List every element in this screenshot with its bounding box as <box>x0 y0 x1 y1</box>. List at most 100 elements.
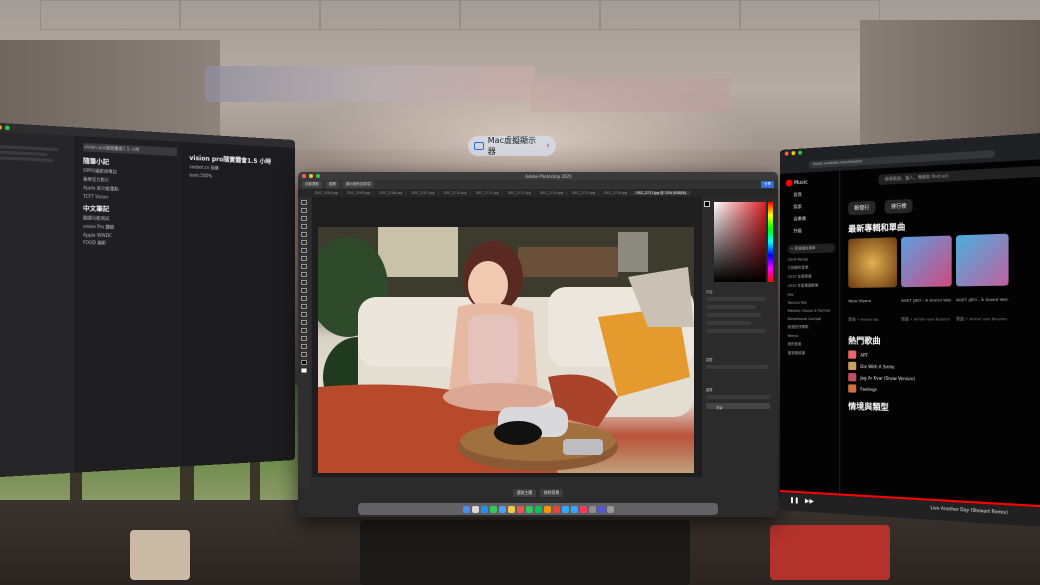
minimize-icon[interactable] <box>309 174 313 178</box>
minimize-icon[interactable] <box>0 124 2 130</box>
photos-icon[interactable] <box>543 505 551 513</box>
hand-tool-icon[interactable] <box>301 344 307 349</box>
playlist-item[interactable]: 我的音樂 <box>788 342 836 347</box>
option-auto-select[interactable]: 自動選取 <box>302 181 322 188</box>
doc-tab[interactable]: DSC_2714.jpg <box>537 191 567 195</box>
list-item[interactable]: 翻譯功能測試 <box>83 215 177 224</box>
playlist-item[interactable]: Mix <box>788 292 836 297</box>
album-card[interactable] <box>955 233 1009 287</box>
nav-upgrade[interactable]: 升級 <box>793 227 835 234</box>
list-item[interactable]: FOOD 攝影 <box>83 240 177 248</box>
album-title[interactable]: AGET (JEO - A Grand Voice of Transit Epi… <box>956 296 1009 302</box>
close-icon[interactable] <box>302 174 306 178</box>
song-row[interactable]: Jag Ar Kvar (Snow Version) <box>848 373 1040 385</box>
mac-virtual-display-button[interactable]: Mac虛擬顯示器 › <box>468 136 556 156</box>
close-icon[interactable] <box>784 151 789 156</box>
search-input[interactable]: 搜尋歌曲、藝人、專輯和 Podcast <box>878 165 1040 186</box>
playlist-item[interactable]: 2024 年度精選 <box>788 274 836 280</box>
facetime-icon[interactable] <box>525 505 533 513</box>
select-subject-button[interactable]: 選取主體 <box>512 489 536 497</box>
settings-icon[interactable] <box>588 505 596 513</box>
note-editor[interactable]: vision pro隨實體會1.5 小時 seebot.cn 接續 tools … <box>183 141 295 467</box>
finder-icon[interactable] <box>462 505 470 513</box>
marquee-tool-icon[interactable] <box>301 208 307 213</box>
photo-canvas[interactable] <box>318 227 694 473</box>
share-button[interactable]: 分享 <box>761 181 774 188</box>
new-releases-chip[interactable]: 新發行 <box>848 200 876 216</box>
notes-window[interactable]: vision pro隨實體會1.5 小時 隨筆小記 OPPO攝影師專訪 蘋果官方… <box>0 121 296 479</box>
color-picker-field[interactable] <box>714 202 766 282</box>
playlist-item[interactable]: Remix <box>788 334 836 338</box>
playlist-item[interactable]: 已按讚的音樂 <box>788 265 836 271</box>
chrome-icon[interactable] <box>552 505 560 513</box>
brush-tool-icon[interactable] <box>301 256 307 261</box>
playlist-item[interactable]: 2024 Recap <box>788 257 836 262</box>
trash-icon[interactable] <box>606 505 614 513</box>
history-brush-tool-icon[interactable] <box>301 272 307 277</box>
notes-icon[interactable] <box>507 505 515 513</box>
playlist-item[interactable]: Deephouse Lounge <box>788 317 836 321</box>
doc-tab[interactable]: DSC_2710.jpg <box>441 191 471 195</box>
type-tool-icon[interactable] <box>301 320 307 325</box>
album-title[interactable]: AGET (JEO - A Grand Voice of Transit Epi… <box>901 297 952 303</box>
list-item[interactable]: vision pro隨實體會1.5 小時 <box>83 142 178 157</box>
doc-tab[interactable]: DSC_2707.jpg <box>408 191 439 195</box>
option-layer[interactable]: 圖層 <box>326 181 339 188</box>
nav-explore[interactable]: 探索 <box>793 203 835 210</box>
playlist-item[interactable]: 搖滾樂精選 <box>788 351 836 356</box>
minimize-icon[interactable] <box>791 151 796 156</box>
color-swatch-icon[interactable] <box>704 201 710 207</box>
clone-stamp-tool-icon[interactable] <box>301 264 307 269</box>
messages-icon[interactable] <box>489 505 497 513</box>
list-item[interactable]: Apple WWDC <box>83 232 177 239</box>
photoshop-icon[interactable] <box>561 505 569 513</box>
launchpad-icon[interactable] <box>471 505 479 513</box>
option-transform-controls[interactable]: 顯示變形控制項 <box>343 181 374 188</box>
ytm-logo[interactable]: Music <box>785 177 836 187</box>
eyedropper-tool-icon[interactable] <box>301 240 307 245</box>
song-row[interactable]: Feelings <box>848 384 1040 397</box>
shape-tool-icon[interactable] <box>301 336 307 341</box>
playlist-item[interactable]: Melodic House & Techno <box>788 309 836 313</box>
mail-icon[interactable] <box>498 505 506 513</box>
lightroom-icon[interactable] <box>570 505 578 513</box>
path-select-tool-icon[interactable] <box>301 328 307 333</box>
background-color-icon[interactable] <box>301 368 307 373</box>
pause-icon[interactable]: ❚❚ <box>790 497 800 505</box>
next-icon[interactable]: ▶▶ <box>805 497 814 505</box>
charts-chip[interactable]: 排行榜 <box>884 199 913 214</box>
maximize-icon[interactable] <box>5 125 10 131</box>
crop-tool-icon[interactable] <box>301 232 307 237</box>
doc-tab[interactable]: DSC_2395.jpg <box>344 191 375 195</box>
line-icon[interactable] <box>534 505 542 513</box>
move-tool-icon[interactable] <box>301 200 307 205</box>
list-item[interactable]: vision Pro 體驗 <box>83 224 177 233</box>
remove-background-button[interactable]: 移除背景 <box>540 489 564 497</box>
lasso-tool-icon[interactable] <box>301 216 307 221</box>
pen-tool-icon[interactable] <box>301 312 307 317</box>
doc-tab[interactable]: DSC_2715.jpg <box>569 191 600 195</box>
quick-select-tool-icon[interactable] <box>301 224 307 229</box>
canvas-area[interactable] <box>312 197 702 477</box>
calendar-icon[interactable] <box>516 505 524 513</box>
playlist-item[interactable]: Techno Mix <box>788 300 836 305</box>
song-row[interactable]: APT. <box>848 350 1040 360</box>
foreground-color-icon[interactable] <box>301 360 307 365</box>
nav-library[interactable]: 音樂庫 <box>793 215 835 223</box>
doc-tab-active[interactable]: DSC_2717.jpg @ 33% (RGB/8) <box>633 191 691 195</box>
doc-tab[interactable]: DSC_2394.jpg <box>312 191 343 195</box>
app-icon[interactable] <box>597 505 605 513</box>
gradient-tool-icon[interactable] <box>301 288 307 293</box>
doc-tab[interactable]: DSC_2706.jpg <box>376 191 407 195</box>
album-card[interactable] <box>901 235 952 288</box>
music-icon[interactable] <box>579 505 587 513</box>
hue-slider[interactable] <box>768 202 773 282</box>
list-item[interactable]: TCFT Vision <box>83 193 177 202</box>
zoom-tool-icon[interactable] <box>301 352 307 357</box>
new-playlist-button[interactable]: + 新增播放清單 <box>787 243 836 254</box>
doc-tab[interactable]: DSC_2711.jpg <box>473 191 503 195</box>
blur-tool-icon[interactable] <box>301 296 307 301</box>
maximize-icon[interactable] <box>316 174 320 178</box>
eraser-tool-icon[interactable] <box>301 280 307 285</box>
dodge-tool-icon[interactable] <box>301 304 307 309</box>
